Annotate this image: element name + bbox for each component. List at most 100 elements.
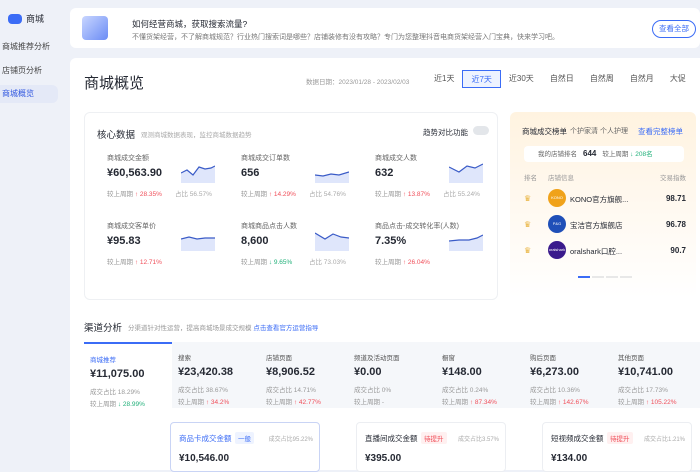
channel-value: ¥10,741.00 — [618, 366, 674, 378]
channel-value: ¥148.00 — [442, 366, 482, 378]
sub-card-value: ¥134.00 — [551, 453, 588, 464]
channel-name: 搜索 — [178, 355, 191, 362]
brand[interactable]: 商城 — [8, 12, 44, 25]
channel-name: 商城推荐 — [90, 357, 116, 364]
metric-share: 占比 54.76% — [309, 191, 346, 198]
core-subtitle: 观测商城数据表现，监控商城数据趋势 — [141, 132, 252, 139]
channel-name: 其他页面 — [618, 355, 644, 362]
compare-change: ↑ 105.22% — [645, 399, 677, 406]
range-tab-6[interactable]: 大促 — [662, 70, 694, 88]
channel-tabs: 商城推荐 ¥11,075.00 成交占比 18.29% 较上周期 ↓ 28.99% 搜索… — [84, 342, 700, 408]
ranking-row[interactable]: ♛ P&G 宝洁官方旗舰店 96.78 — [520, 212, 690, 238]
header-score: 交易指数 — [660, 175, 686, 182]
sidebar-item-store-page-analysis[interactable]: 店铺页分析 — [0, 62, 58, 80]
crown-icon: ♛ — [524, 220, 532, 229]
channel-sub-card[interactable]: 商品卡成交金额 一般 成交占比95.22% ¥10,546.00 — [170, 422, 320, 472]
range-tab-0[interactable]: 近1天 — [426, 70, 462, 88]
metric-compare: 较上周期 ↑ 28.35% — [107, 188, 162, 198]
range-tab-5[interactable]: 自然月 — [622, 70, 662, 88]
channel-name: 店铺页面 — [266, 355, 292, 362]
channel-compare: 较上周期 ↑ 142.67% — [530, 396, 589, 406]
store-logo-text: KONO — [551, 195, 563, 200]
metric-card: 商城商品点击人数 8,600 较上周期 ↓ 9.65% 占比 73.03% — [233, 221, 363, 283]
main-panel: 商城概览 数据日期：2023/01/28 - 2023/02/03 近1天 近7天… — [70, 58, 700, 472]
crown-icon: ♛ — [524, 246, 532, 255]
channel-tab[interactable]: 频道及活动页面 ¥0.00 成交占比 0% 较上周期 - — [348, 342, 436, 408]
ranking-row[interactable]: ♛ KONO KONO官方旗舰... 98.71 — [520, 186, 690, 212]
range-tab-1[interactable]: 近7天 — [462, 70, 501, 88]
channel-tab[interactable]: 其他页面 ¥10,741.00 成交占比 17.73% 较上周期 ↑ 105.22% — [612, 342, 700, 408]
sub-card-name: 商品卡成交金额 — [179, 434, 232, 443]
official-guide-link[interactable]: 点击查看官方运营指导 — [253, 325, 318, 332]
channel-share: 成交占比 17.73% — [618, 387, 668, 394]
range-tab-3[interactable]: 自然日 — [542, 70, 582, 88]
channel-compare: 较上周期 ↑ 105.22% — [618, 396, 677, 406]
compare-change: ↓ 9.65% — [268, 259, 293, 266]
sparkline-chart — [181, 236, 215, 251]
channel-tab[interactable]: 搜索 ¥23,420.38 成交占比 38.67% 较上周期 ↑ 34.2% — [172, 342, 260, 408]
carousel-indicator[interactable] — [578, 276, 632, 278]
channel-compare: 较上周期 ↓ 28.99% — [90, 398, 145, 408]
sub-card-value: ¥10,546.00 — [179, 453, 230, 464]
channel-value: ¥23,420.38 — [178, 366, 234, 378]
date-range: 数据日期：2023/01/28 - 2023/02/03 — [306, 79, 410, 86]
compare-change: ↑ 26.04% — [402, 259, 430, 266]
view-full-ranking-link[interactable]: 查看完整榜单 — [638, 126, 683, 137]
metric-share: 占比 73.03% — [309, 259, 346, 266]
ranking-row[interactable]: ♛ oralshark oralshark口腔... 90.7 — [520, 238, 690, 264]
store-logo: oralshark — [548, 241, 566, 259]
metric-compare: 较上周期 ↑ 14.29% — [241, 188, 296, 198]
metric-compare: 较上周期 ↑ 12.71% — [107, 256, 162, 266]
channel-value: ¥11,075.00 — [90, 368, 145, 380]
channel-subtitle-text: 分渠道针对性运营，提高商城场景成交规模 — [128, 325, 252, 332]
channel-name: 频道及活动页面 — [354, 355, 400, 362]
my-rank-change: ↓ 208名 — [630, 151, 653, 158]
metric-value: 656 — [241, 167, 260, 179]
ranking-category[interactable]: 个护家清 个人护理 — [570, 126, 628, 136]
channel-share: 成交占比 0% — [354, 387, 392, 394]
sub-card-badge: 一般 — [235, 432, 254, 444]
sub-card-name: 直播间成交金额 — [365, 434, 418, 443]
channel-sub-card[interactable]: 直播间成交金额 待提升 成交占比3.57% ¥395.00 — [356, 422, 506, 472]
channel-share: 成交占比 18.29% — [90, 389, 140, 396]
range-tab-4[interactable]: 自然周 — [582, 70, 622, 88]
sidebar-item-mall-overview[interactable]: 商城概览 — [0, 85, 58, 103]
metric-value: ¥95.83 — [107, 235, 141, 247]
metric-card: 商城成交人数 632 较上周期 ↑ 13.87% 占比 55.24% — [367, 153, 497, 215]
sparkline-chart — [181, 165, 215, 183]
compare-change: ↑ 14.29% — [268, 191, 296, 198]
channel-share: 成交占比 10.36% — [530, 387, 580, 394]
compare-label: 较上周期 — [618, 399, 644, 406]
ranking-card: 商城成交榜单 个护家清 个人护理 查看完整榜单 我的店铺排名 644 较上周期 ↓ … — [510, 112, 696, 298]
sidebar-item-recommend-analysis[interactable]: 商城推荐分析 — [0, 38, 58, 56]
sparkline-chart — [449, 163, 483, 183]
my-rank-label: 我的店铺排名 — [538, 151, 577, 158]
core-data-card: 核心数据 观测商城数据表现，监控商城数据趋势 趋势对比功能 商城成交金额 ¥60,… — [84, 112, 498, 300]
compare-label: 较上周期 — [178, 399, 204, 406]
store-name: oralshark口腔... — [570, 247, 623, 256]
channel-sub-card[interactable]: 短视频成交金额 待提升 成交占比1.21% ¥134.00 — [542, 422, 692, 472]
channel-tab[interactable]: 商城推荐 ¥11,075.00 成交占比 18.29% 较上周期 ↓ 28.99% — [84, 342, 172, 408]
metric-share: 占比 56.57% — [175, 191, 212, 198]
compare-change: ↑ 87.34% — [469, 399, 497, 406]
store-logo-text: P&G — [552, 221, 562, 226]
channel-share: 成交占比 38.67% — [178, 387, 228, 394]
compare-label: 较上周期 — [530, 399, 556, 406]
channel-tab[interactable]: 店铺页面 ¥8,906.52 成交占比 14.71% 较上周期 ↑ 42.77% — [260, 342, 348, 408]
range-tab-2[interactable]: 近30天 — [501, 70, 542, 88]
channel-name: 橱窗 — [442, 355, 455, 362]
compare-label: 较上周期 — [375, 259, 401, 266]
metric-label: 商城成交客单价 — [107, 223, 156, 230]
sub-card-value: ¥395.00 — [365, 453, 402, 464]
sub-card-name: 短视频成交金额 — [551, 434, 604, 443]
channel-tab[interactable]: 购后页面 ¥6,273.00 成交占比 10.36% 较上周期 ↑ 142.67% — [524, 342, 612, 408]
store-score: 98.71 — [665, 194, 686, 203]
core-title: 核心数据 — [97, 130, 136, 141]
header-store: 店铺信息 — [548, 175, 574, 182]
channel-tab[interactable]: 橱窗 ¥148.00 成交占比 0.24% 较上周期 ↑ 87.34% — [436, 342, 524, 408]
view-all-button[interactable]: 查看全部 — [652, 20, 696, 38]
my-rank-value: 644 — [583, 149, 597, 158]
trend-compare-toggle[interactable] — [473, 126, 489, 135]
compare-label: 较上周期 — [107, 259, 133, 266]
channel-name: 购后页面 — [530, 355, 556, 362]
